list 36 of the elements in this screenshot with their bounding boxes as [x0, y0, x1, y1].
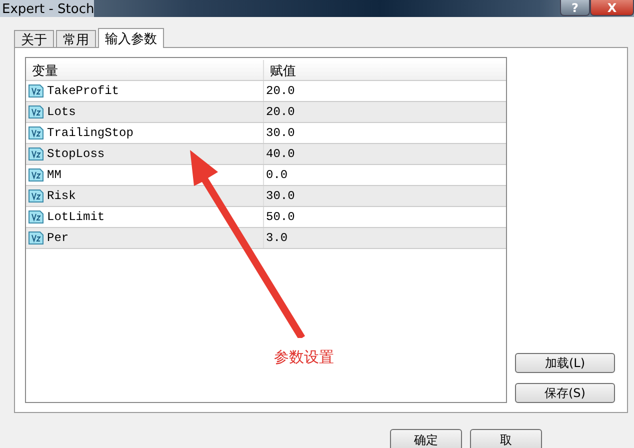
parameter-name: LotLimit — [47, 210, 105, 224]
parameter-icon — [28, 167, 44, 183]
tab[interactable]: 输入参数 — [98, 28, 164, 48]
parameter-icon — [28, 230, 44, 246]
tab[interactable]: 常用 — [56, 30, 96, 47]
parameter-value: 50.0 — [265, 209, 296, 226]
close-button[interactable]: X — [590, 0, 634, 16]
parameter-icon — [28, 188, 44, 204]
tab[interactable]: 关于 — [14, 30, 54, 47]
parameter-icon — [28, 209, 44, 225]
parameter-name: Per — [47, 231, 69, 245]
parameter-icon — [28, 146, 44, 162]
parameter-icon — [28, 83, 44, 99]
parameter-name: Risk — [47, 189, 76, 203]
parameter-name: Lots — [47, 105, 76, 119]
load-button[interactable]: 加载(L) — [515, 353, 615, 373]
parameter-icon — [28, 125, 44, 141]
ok-button[interactable]: 确定 — [390, 429, 462, 448]
parameter-name: StopLoss — [47, 147, 105, 161]
parameter-name: TakeProfit — [47, 84, 120, 98]
parameter-value: 0.0 — [265, 167, 289, 184]
parameter-value: 30.0 — [265, 125, 296, 142]
annotation-text: 参数设置 — [274, 348, 334, 367]
parameter-name: MM — [47, 168, 62, 182]
column-header: 变量 — [26, 60, 264, 80]
parameter-icon — [28, 104, 44, 120]
parameter-name: TrailingStop — [47, 126, 134, 140]
save-button[interactable]: 保存(S) — [515, 383, 615, 403]
column-header: 赋值 — [269, 63, 297, 80]
parameter-value: 20.0 — [265, 83, 296, 100]
parameter-value: 40.0 — [265, 146, 296, 163]
cancel-button[interactable]: 取 — [470, 429, 542, 448]
parameter-value: 20.0 — [265, 104, 296, 121]
window-title: Expert - Stoch — [0, 0, 94, 17]
parameter-value: 3.0 — [265, 230, 289, 247]
parameter-value: 30.0 — [265, 188, 296, 205]
